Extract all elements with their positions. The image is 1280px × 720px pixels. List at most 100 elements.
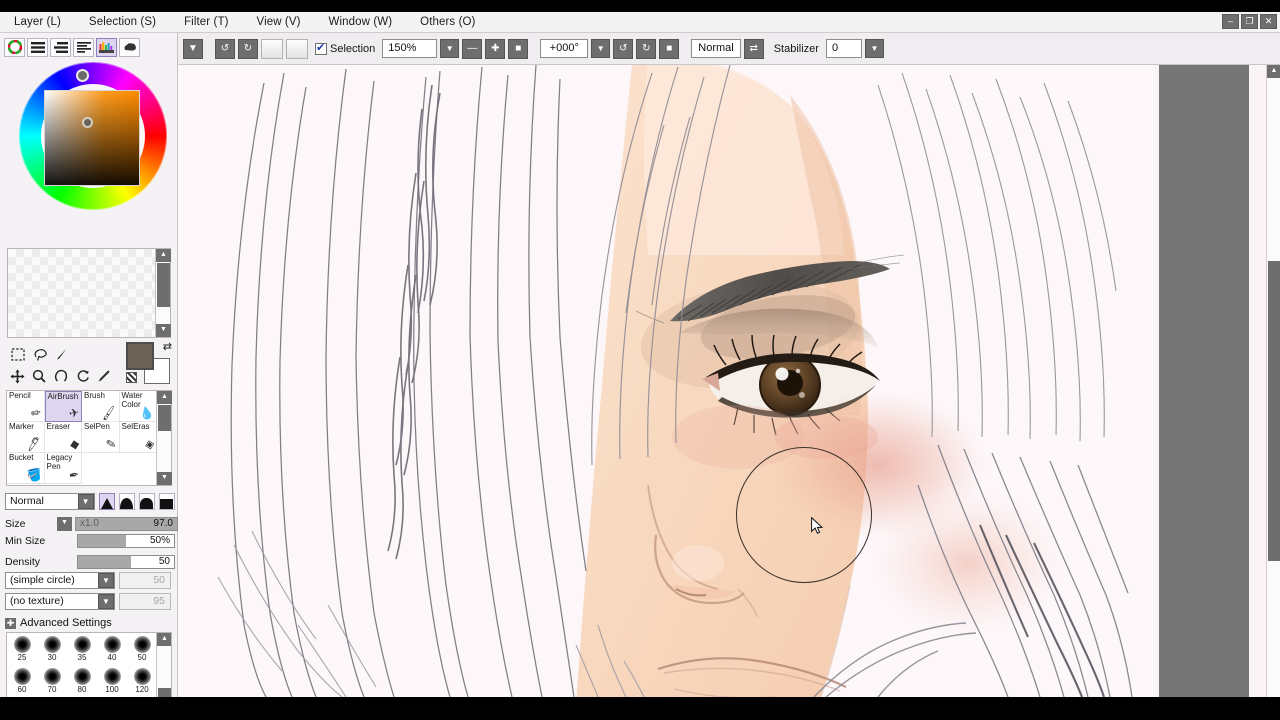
hsv-slider-mode-icon[interactable]: [50, 37, 71, 57]
color-wheel-mode-icon[interactable]: [4, 37, 25, 57]
canvas-scroll-thumb[interactable]: [1268, 261, 1280, 561]
maximize-button[interactable]: ❐: [1241, 14, 1258, 29]
menu-item-view[interactable]: View (V): [243, 12, 315, 32]
canvas-area[interactable]: ▲: [178, 65, 1280, 697]
preset-size-cell[interactable]: 35: [67, 633, 97, 665]
brush-shape-flat-dome[interactable]: [138, 492, 155, 510]
preset-size-cell[interactable]: 25: [7, 633, 37, 665]
brush-bucket[interactable]: Bucket 🪣: [7, 453, 45, 484]
rotation-dropdown-button[interactable]: ▼: [591, 39, 611, 58]
brush-texture-amount[interactable]: 95: [119, 593, 171, 610]
stabilizer-value-field[interactable]: 0: [825, 39, 862, 58]
rotate-ccw-button[interactable]: ↺: [613, 38, 634, 59]
brush-airbrush[interactable]: AirBrush ✈: [44, 391, 82, 422]
minimize-button[interactable]: –: [1222, 14, 1239, 29]
eyedropper-icon[interactable]: [93, 365, 115, 387]
saturation-value-square[interactable]: [44, 90, 140, 186]
preset-scroll-thumb[interactable]: [158, 688, 171, 697]
zoom-icon[interactable]: [29, 365, 51, 387]
canvas-vertical-scrollbar[interactable]: ▲: [1266, 65, 1280, 697]
min-size-slider[interactable]: 50%: [77, 533, 175, 548]
preset-size-cell[interactable]: 70: [37, 665, 67, 697]
nav-forward-button[interactable]: [286, 38, 308, 59]
zoom-out-button[interactable]: —: [462, 38, 483, 59]
rotate-cw-button[interactable]: ↻: [636, 38, 657, 59]
scratchpad-canvas[interactable]: [8, 249, 156, 337]
zoom-reset-button[interactable]: ■: [508, 38, 529, 59]
brush-pencil[interactable]: Pencil ✏: [7, 391, 45, 422]
advanced-settings-toggle[interactable]: ✚ Advanced Settings: [5, 617, 112, 629]
density-slider[interactable]: 50: [77, 554, 175, 569]
blend-mode-dropdown-icon[interactable]: ▼: [77, 493, 94, 509]
brush-scroll-down-arrow[interactable]: ▼: [157, 472, 172, 485]
brush-shape-amount[interactable]: 50: [119, 572, 171, 589]
blend-mode-select[interactable]: Normal ▼: [5, 492, 95, 510]
expand-plus-icon[interactable]: ✚: [5, 617, 16, 629]
artboard[interactable]: [178, 65, 1153, 697]
rotate-view-icon[interactable]: [50, 365, 72, 387]
lasso-select-icon[interactable]: [29, 343, 51, 365]
move-icon[interactable]: [7, 365, 29, 387]
menu-item-others[interactable]: Others (O): [406, 12, 489, 32]
preset-scrollbar[interactable]: ▲: [156, 633, 171, 697]
brush-scroll-thumb[interactable]: [158, 405, 171, 431]
menu-item-layer[interactable]: Layer (L): [0, 12, 75, 32]
saturation-value-marker[interactable]: [82, 117, 93, 128]
preset-size-cell[interactable]: 40: [97, 633, 127, 665]
brush-scroll-up-arrow[interactable]: ▲: [157, 391, 172, 404]
foreground-color-swatch[interactable]: [126, 342, 154, 370]
menu-item-selection[interactable]: Selection (S): [75, 12, 170, 32]
preset-size-cell[interactable]: 80: [67, 665, 97, 697]
menu-item-filter[interactable]: Filter (T): [170, 12, 242, 32]
brush-grid-scrollbar[interactable]: ▲ ▼: [156, 391, 172, 485]
zoom-dropdown-button[interactable]: ▼: [440, 39, 460, 58]
brush-legacy-pen[interactable]: Legacy Pen ✒: [44, 453, 82, 484]
scratchpad-scroll-down-arrow[interactable]: ▼: [156, 324, 171, 337]
toolbar-menu-dropdown[interactable]: ▼: [183, 38, 203, 59]
magic-wand-icon[interactable]: [51, 343, 73, 365]
brush-shape-round-dome[interactable]: [118, 492, 135, 510]
brush-brush[interactable]: Brush 🖌: [82, 391, 120, 422]
color-mixer-mode-icon[interactable]: [73, 37, 94, 57]
selection-checkbox[interactable]: [315, 41, 327, 55]
brush-marker[interactable]: Marker 🖊: [7, 422, 45, 453]
brush-selpen[interactable]: SelPen ✎: [82, 422, 120, 453]
brush-shape-select[interactable]: (simple circle) ▼: [5, 572, 115, 589]
brush-seleras[interactable]: SelEras ◈: [119, 422, 157, 453]
rotation-value-field[interactable]: +000°: [540, 39, 589, 58]
preset-size-cell[interactable]: 120: [127, 665, 157, 697]
scratchpad-scrollbar[interactable]: ▲ ▼: [155, 249, 171, 337]
rectangle-select-icon[interactable]: [7, 343, 29, 365]
preset-scroll-up-arrow[interactable]: ▲: [157, 633, 171, 646]
brush-eraser[interactable]: Eraser ◆: [44, 422, 82, 453]
selection-checkbox-group[interactable]: Selection: [315, 41, 375, 55]
brush-shape-dropdown-icon[interactable]: ▼: [98, 573, 114, 588]
scratchpad-scroll-thumb[interactable]: [157, 263, 170, 307]
brush-texture-dropdown-icon[interactable]: ▼: [98, 594, 114, 609]
preset-size-cell[interactable]: 100: [97, 665, 127, 697]
brush-watercolor[interactable]: Water Color 💧: [119, 391, 157, 422]
undo-button[interactable]: ↺: [215, 38, 235, 59]
size-slider[interactable]: x1.0 97.0: [75, 516, 178, 531]
rgb-slider-mode-icon[interactable]: [27, 37, 48, 57]
rotate-reset-button[interactable]: ■: [659, 38, 680, 59]
brush-shape-soft-triangle[interactable]: [98, 492, 115, 510]
preset-size-cell[interactable]: 50: [127, 633, 157, 665]
transparent-color-swatch[interactable]: [126, 372, 137, 383]
scratchpad-scroll-up-arrow[interactable]: ▲: [156, 249, 171, 262]
brush-shape-hard-square[interactable]: [158, 492, 175, 510]
swatches-mode-icon[interactable]: [96, 37, 117, 57]
hand-icon[interactable]: [72, 365, 94, 387]
nav-back-button[interactable]: [261, 38, 283, 59]
redo-button[interactable]: ↻: [238, 38, 258, 59]
swap-colors-icon[interactable]: ⇄: [163, 340, 172, 353]
hue-marker[interactable]: [76, 69, 89, 82]
brush-texture-select[interactable]: (no texture) ▼: [5, 593, 115, 610]
scratchpad-panel[interactable]: ▲ ▼: [7, 248, 171, 338]
flip-horizontal-button[interactable]: ⇄: [743, 38, 764, 59]
menu-item-window[interactable]: Window (W): [315, 12, 407, 32]
zoom-in-button[interactable]: ✚: [485, 38, 506, 59]
scratchpad-mode-icon[interactable]: [119, 37, 140, 57]
stabilizer-dropdown-button[interactable]: ▼: [864, 39, 884, 58]
canvas-scroll-up-arrow[interactable]: ▲: [1267, 65, 1280, 78]
